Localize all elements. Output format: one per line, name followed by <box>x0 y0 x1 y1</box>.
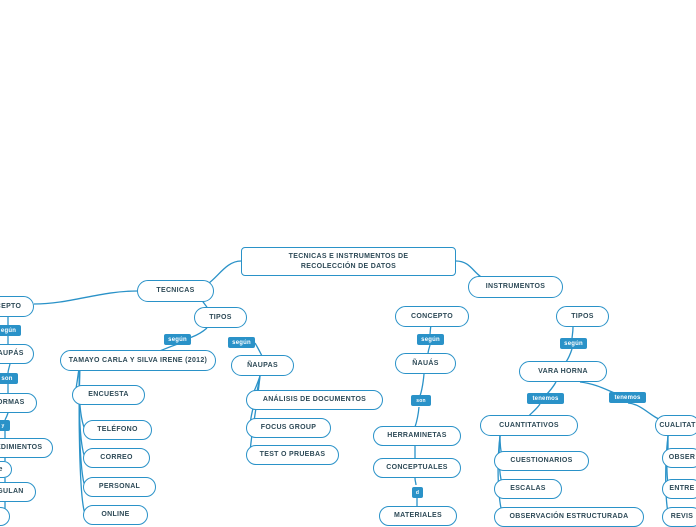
mindmap-node-regulan[interactable]: EGULAN <box>0 482 36 502</box>
mindmap-node-personal[interactable]: PERSONAL <box>83 477 156 497</box>
mindmap-node-naupas_izq[interactable]: ÑAUPÁS <box>0 344 34 364</box>
mindmap-node-tipos_ins[interactable]: TIPOS <box>556 306 609 327</box>
mindmap-edge-label-segun_concepto_ins[interactable]: según <box>417 334 444 345</box>
mindmap-node-vara_horna[interactable]: VARA HORNA <box>519 361 607 382</box>
mindmap-edge <box>414 406 420 428</box>
mindmap-edge <box>7 363 11 374</box>
mindmap-node-conceptuales[interactable]: CONCEPTUALES <box>373 458 461 478</box>
mindmap-node-entre[interactable]: ENTRE <box>662 479 696 499</box>
mindmap-node-observacion_estructurada[interactable]: OBSERVACIÓN ESTRUCTURADA <box>494 507 644 527</box>
mindmap-edge <box>249 375 261 456</box>
mindmap-edge-label-segun_naupas_tec[interactable]: según <box>228 337 255 348</box>
mindmap-node-materiales[interactable]: MATERIALES <box>379 506 457 526</box>
mindmap-edge-label-son_izq[interactable]: son <box>0 373 18 384</box>
mindmap-node-procedimientos[interactable]: CEDIMIENTOS <box>0 438 53 458</box>
mindmap-edge-label-son_nauas[interactable]: son <box>411 395 431 406</box>
mindmap-node-correo[interactable]: CORREO <box>83 448 150 468</box>
mindmap-node-cualitativos[interactable]: CUALITAT <box>655 415 696 436</box>
mindmap-edge-label-y_izq[interactable]: y <box>0 420 10 431</box>
mindmap-node-encuesta[interactable]: ENCUESTA <box>72 385 145 405</box>
mindmap-node-instrumentos[interactable]: INSTRUMENTOS <box>468 276 563 298</box>
mindmap-node-porque[interactable]: que <box>0 461 12 478</box>
mindmap-node-analisis_doc[interactable]: ANÁLISIS DE DOCUMENTOS <box>246 390 383 410</box>
mindmap-node-escalas[interactable]: ESCALAS <box>494 479 562 499</box>
mindmap-edge <box>497 435 503 513</box>
mindmap-edge-label-segun_tipos_ins[interactable]: según <box>560 338 587 349</box>
mindmap-node-tipos_tec[interactable]: TIPOS <box>194 307 247 328</box>
mindmap-node-herraminetas[interactable]: HERRAMINETAS <box>373 426 461 446</box>
mindmap-node-tecnicas[interactable]: TECNICAS <box>137 280 214 302</box>
mindmap-node-nauas[interactable]: ÑAUÁS <box>395 353 456 374</box>
mindmap-canvas: TECNICAS E INSTRUMENTOS DE RECOLECCIÓN D… <box>0 0 696 527</box>
mindmap-node-telefono[interactable]: TELÉFONO <box>83 420 152 440</box>
mindmap-edge <box>78 359 86 459</box>
mindmap-edge <box>665 435 669 513</box>
mindmap-edge-label-segun_tipos_tec[interactable]: según <box>164 334 191 345</box>
mindmap-node-root[interactable]: TECNICAS E INSTRUMENTOS DE RECOLECCIÓN D… <box>241 247 456 276</box>
mindmap-node-naupas_tec[interactable]: ÑAUPAS <box>231 355 294 376</box>
mindmap-edge-label-segun_izq[interactable]: egún <box>0 325 21 336</box>
mindmap-node-on_izq[interactable]: on <box>0 507 10 526</box>
mindmap-edge-label-d_mid[interactable]: d <box>412 487 423 498</box>
mindmap-edge-label-tenemos_cuali[interactable]: tenemos <box>609 392 646 403</box>
mindmap-node-cuantitativos[interactable]: CUANTITATIVOS <box>480 415 578 436</box>
mindmap-node-online[interactable]: ONLINE <box>83 505 148 525</box>
mindmap-edge <box>414 477 417 486</box>
mindmap-node-observ[interactable]: OBSER <box>662 448 696 468</box>
mindmap-node-revis[interactable]: REVIS <box>662 507 696 527</box>
mindmap-node-tamayo[interactable]: TAMAYO CARLA Y SILVA IRENE (2012) <box>60 350 216 371</box>
mindmap-node-concepto_ins[interactable]: CONCEPTO <box>395 306 469 327</box>
mindmap-edge-label-tenemos_cuanti[interactable]: tenemos <box>527 393 564 404</box>
mindmap-node-concepto_izq[interactable]: CEPTO <box>0 296 34 317</box>
mindmap-edge <box>33 290 138 305</box>
mindmap-node-formas[interactable]: FORMAS <box>0 393 37 413</box>
mindmap-node-cuestionarios[interactable]: CUESTIONARIOS <box>494 451 589 471</box>
mindmap-edge <box>419 373 425 397</box>
mindmap-node-test_pruebas[interactable]: TEST O PRUEBAS <box>246 445 339 465</box>
mindmap-node-focus_group[interactable]: FOCUS GROUP <box>246 418 331 438</box>
mindmap-edge <box>4 412 9 421</box>
